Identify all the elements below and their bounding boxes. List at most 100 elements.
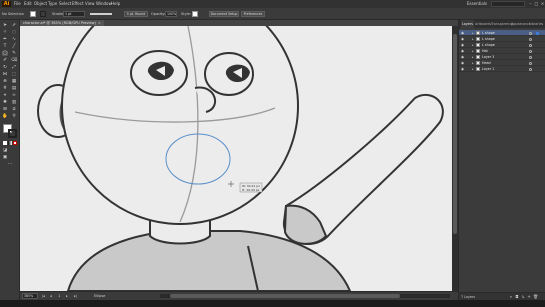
scale-tool-icon[interactable]: ⤢ (11, 65, 17, 70)
artboard-tool-icon[interactable]: ⊞ (2, 107, 8, 112)
width-tool-icon[interactable]: ⋈ (2, 72, 8, 77)
draw-mode-icon[interactable]: ◪ (2, 148, 8, 153)
document-setup-button[interactable]: Document Setup (209, 11, 239, 17)
artboard-canvas[interactable]: W: 30.21 px H: 19.44 px (20, 26, 458, 291)
symbol-sprayer-tool-icon[interactable]: ✺ (2, 100, 8, 105)
line-tool-icon[interactable]: ╱ (11, 44, 17, 49)
selection-tool-icon[interactable]: ➤ (2, 23, 8, 28)
target-circle-icon[interactable] (529, 49, 532, 53)
selection-label: No Selection (2, 12, 25, 16)
column-graph-tool-icon[interactable]: ▥ (11, 100, 17, 105)
target-circle-icon[interactable] (529, 43, 532, 47)
zoom-tool-icon[interactable]: ⚲ (11, 114, 17, 119)
gradient-mode-icon[interactable] (8, 141, 12, 145)
stroke-swatch[interactable] (40, 11, 46, 17)
type-tool-icon[interactable]: T (2, 44, 8, 49)
minimize-icon[interactable]: – (528, 1, 533, 7)
direct-selection-tool-icon[interactable]: ⇗ (11, 23, 17, 28)
next-artboard-icon[interactable]: ▸ (66, 293, 68, 299)
lasso-tool-icon[interactable]: ◌ (11, 30, 17, 35)
target-circle-icon[interactable] (529, 37, 532, 41)
graphic-style-swatch[interactable] (192, 11, 198, 17)
tab-artboards[interactable]: Artboards (475, 20, 491, 28)
target-circle-icon[interactable] (529, 67, 532, 71)
expand-arrow-icon[interactable]: ▸ (472, 66, 474, 72)
menu-bar: Ai File Edit Object Type Select Effect V… (0, 0, 545, 8)
shape-builder-tool-icon[interactable]: ⊕ (2, 79, 8, 84)
os-taskbar (0, 300, 545, 307)
head-shape (61, 26, 299, 225)
target-circle-icon[interactable] (529, 61, 532, 65)
last-artboard-icon[interactable]: ▸| (74, 293, 77, 299)
variable-width-profile[interactable] (90, 13, 112, 15)
visibility-eye-icon[interactable]: ◉ (461, 66, 464, 72)
eyedropper-tool-icon[interactable]: ⌖ (2, 93, 8, 98)
mesh-tool-icon[interactable]: # (2, 86, 8, 91)
layers-panel-footer: 7 Layers ⌕ ◘ ↳ + 🗑 (459, 292, 545, 300)
menu-type[interactable]: Type (48, 1, 57, 7)
artboard-number[interactable]: 1 (58, 293, 60, 299)
layer-row[interactable]: ◉ ▸ Layer 1 (459, 66, 545, 72)
horizontal-scroll-thumb[interactable] (170, 294, 400, 298)
pen-tool-icon[interactable]: ✒ (2, 37, 8, 42)
layer-thumbnail (476, 61, 480, 65)
menu-select[interactable]: Select (59, 1, 71, 7)
tab-transparency[interactable]: Transparency (491, 20, 513, 28)
brush-definition-dropdown[interactable]: 5 pt. Round (124, 11, 148, 17)
eraser-tool-icon[interactable]: ⌫ (11, 58, 17, 63)
tools-panel: ➤ ⇗ ✧ ◌ ✒ ∿ T ╱ ◯ ✎ ✐ ⌫ ↻ ⤢ ⋈ ⬚ ⊕ ▦ # ▤ … (0, 20, 20, 300)
menu-file[interactable]: File (14, 1, 21, 7)
horizontal-scrollbar[interactable] (160, 294, 450, 298)
perspective-grid-tool-icon[interactable]: ▦ (11, 79, 17, 84)
tab-layers[interactable]: Layers (461, 20, 474, 28)
first-artboard-icon[interactable]: |◂ (42, 293, 45, 299)
close-icon[interactable]: × (540, 1, 545, 7)
blend-tool-icon[interactable]: ∞ (11, 93, 17, 98)
none-mode-icon[interactable] (13, 141, 17, 145)
tab-appearance[interactable]: Appearance (511, 20, 531, 28)
stroke-weight-field[interactable]: 1 pt (63, 11, 85, 17)
free-transform-tool-icon[interactable]: ⬚ (11, 72, 17, 77)
close-tab-icon[interactable]: × (98, 21, 101, 25)
layer-thumbnail (476, 31, 480, 35)
layer-thumbnail (476, 49, 480, 53)
target-circle-icon[interactable] (529, 31, 532, 35)
layer-thumbnail (476, 55, 480, 59)
target-circle-icon[interactable] (529, 55, 532, 59)
rotate-tool-icon[interactable]: ↻ (2, 65, 8, 70)
vertical-scroll-thumb[interactable] (453, 34, 457, 234)
ellipse-tool-icon[interactable]: ◯ (2, 51, 8, 56)
paintbrush-tool-icon[interactable]: ✎ (11, 51, 17, 56)
menu-help[interactable]: Help (111, 1, 120, 7)
zoom-level-field[interactable]: 385% (22, 293, 38, 299)
workspace-switcher[interactable]: Essentials (467, 1, 487, 7)
prev-artboard-icon[interactable]: ◂ (50, 293, 52, 299)
fill-swatch[interactable] (30, 11, 36, 17)
menu-window[interactable]: Window (96, 1, 112, 7)
edit-toolbar-icon[interactable]: ⋯ (7, 162, 13, 167)
layer-thumbnail (476, 43, 480, 47)
color-mode-icon[interactable] (3, 141, 7, 145)
menu-object[interactable]: Object (34, 1, 47, 7)
layer-name[interactable]: Layer 1 (482, 66, 494, 72)
measure-height-text: H: 19.44 px (242, 188, 260, 192)
menu-edit[interactable]: Edit (24, 1, 32, 7)
search-stock-input[interactable] (491, 1, 525, 7)
screen-mode-icon[interactable]: ▣ (2, 155, 8, 160)
stroke-color-icon[interactable] (8, 129, 17, 138)
gradient-tool-icon[interactable]: ▤ (11, 86, 17, 91)
curvature-tool-icon[interactable]: ∿ (11, 37, 17, 42)
tab-libraries[interactable]: Libraries (529, 20, 543, 28)
shaper-tool-icon[interactable]: ✐ (2, 58, 8, 63)
slice-tool-icon[interactable]: ⧄ (11, 107, 17, 112)
preferences-button[interactable]: Preferences (241, 11, 265, 17)
menu-effect[interactable]: Effect (72, 1, 84, 7)
magic-wand-tool-icon[interactable]: ✧ (2, 30, 8, 35)
menu-view[interactable]: View (85, 1, 95, 7)
panel-tabs: Layers Artboards Transparency Appearance… (459, 20, 545, 28)
selection-indicator-icon[interactable] (536, 31, 539, 35)
maximize-icon[interactable]: □ (534, 1, 539, 7)
opacity-field[interactable]: 100% (165, 11, 177, 17)
hand-tool-icon[interactable]: ✋ (2, 114, 8, 119)
lock-toggle[interactable] (467, 66, 470, 72)
